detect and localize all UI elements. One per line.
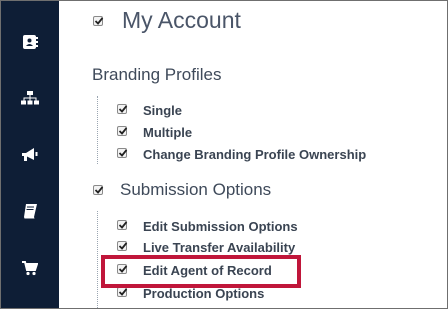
- item-live-transfer-availability: Live Transfer Availability: [143, 240, 296, 255]
- section-branding-profiles: Branding Profiles: [92, 65, 222, 84]
- screenshot-frame: My Account Branding Profiles Single Mult…: [0, 0, 448, 309]
- page-title: My Account: [122, 7, 241, 33]
- change-ownership-checkbox[interactable]: [117, 148, 128, 158]
- item-change-branding-profile-ownership: Change Branding Profile Ownership: [143, 147, 367, 162]
- cart-icon[interactable]: [1, 254, 59, 282]
- tree-line: [97, 96, 98, 164]
- section-submission-options: Submission Options: [120, 180, 272, 199]
- contacts-icon[interactable]: [1, 28, 59, 56]
- sidebar: [1, 1, 59, 308]
- my-account-checkbox[interactable]: [93, 16, 104, 26]
- megaphone-icon[interactable]: [1, 141, 59, 169]
- item-multiple: Multiple: [143, 125, 193, 140]
- item-single: Single: [143, 103, 183, 118]
- book-icon[interactable]: [1, 197, 59, 225]
- live-transfer-checkbox[interactable]: [117, 241, 128, 251]
- submission-options-checkbox[interactable]: [93, 185, 104, 195]
- highlight-box: [101, 255, 301, 288]
- multiple-checkbox[interactable]: [117, 126, 128, 136]
- item-edit-submission-options: Edit Submission Options: [143, 219, 298, 234]
- production-options-checkbox[interactable]: [117, 287, 128, 297]
- item-production-options: Production Options: [143, 286, 265, 301]
- single-checkbox[interactable]: [117, 104, 128, 114]
- org-chart-icon[interactable]: [1, 84, 59, 112]
- edit-submission-options-checkbox[interactable]: [117, 220, 128, 230]
- tree-line: [97, 211, 98, 308]
